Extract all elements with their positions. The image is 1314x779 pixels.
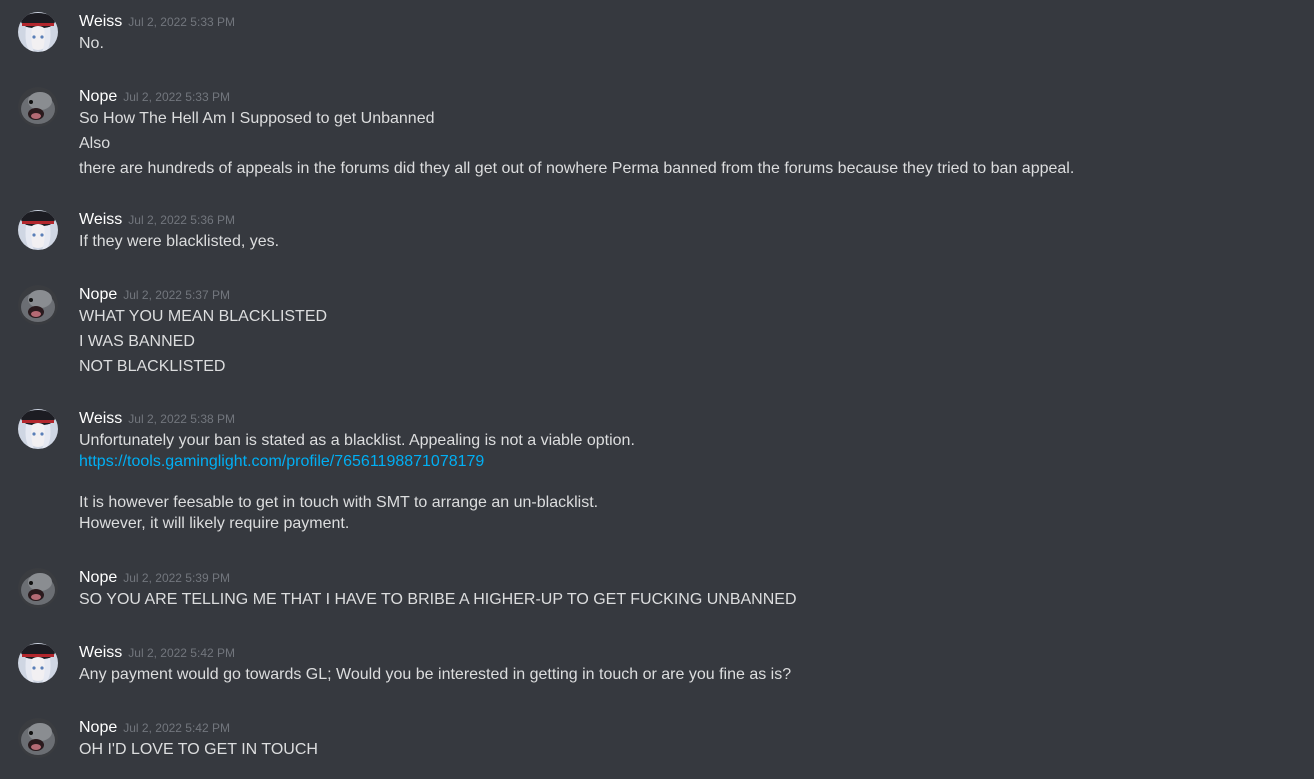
message-text: OH I'D LOVE TO GET IN TOUCH (79, 741, 318, 758)
message-text: It is however feesable to get in touch w… (79, 494, 599, 511)
author-name[interactable]: Nope (79, 88, 117, 105)
timestamp[interactable]: Jul 2, 2022 5:39 PM (123, 571, 230, 585)
message-text: No. (79, 35, 104, 52)
message-text: However, it will likely require payment. (79, 515, 350, 532)
message-text: Unfortunately your ban is stated as a bl… (79, 432, 635, 449)
nope-avatar[interactable] (18, 87, 58, 127)
author-name[interactable]: Nope (79, 286, 117, 303)
weiss-avatar[interactable] (18, 643, 58, 683)
author-name[interactable]: Nope (79, 719, 117, 736)
timestamp[interactable]: Jul 2, 2022 5:37 PM (123, 288, 230, 302)
author-name[interactable]: Weiss (79, 211, 122, 228)
author-name[interactable]: Nope (79, 569, 117, 586)
message-text: SO YOU ARE TELLING ME THAT I HAVE TO BRI… (79, 591, 797, 608)
nope-avatar[interactable] (18, 568, 58, 608)
author-name[interactable]: Weiss (79, 13, 122, 30)
message-text: WHAT YOU MEAN BLACKLISTED (79, 308, 328, 325)
author-name[interactable]: Weiss (79, 644, 122, 661)
message-text: there are hundreds of appeals in the for… (79, 159, 1075, 177)
message-text: So How The Hell Am I Supposed to get Unb… (79, 110, 435, 127)
message-text: If they were blacklisted, yes. (79, 233, 280, 250)
profile-link[interactable]: https://tools.gaminglight.com/profile/76… (79, 453, 484, 470)
weiss-avatar[interactable] (18, 12, 58, 52)
message-text: I WAS BANNED (79, 332, 195, 350)
timestamp[interactable]: Jul 2, 2022 5:33 PM (123, 90, 230, 104)
timestamp[interactable]: Jul 2, 2022 5:42 PM (123, 721, 230, 735)
timestamp[interactable]: Jul 2, 2022 5:36 PM (128, 213, 235, 227)
timestamp[interactable]: Jul 2, 2022 5:33 PM (128, 15, 235, 29)
weiss-avatar[interactable] (18, 210, 58, 250)
message-text: Also (79, 134, 111, 152)
timestamp[interactable]: Jul 2, 2022 5:42 PM (128, 646, 235, 660)
nope-avatar[interactable] (18, 718, 58, 758)
author-name[interactable]: Weiss (79, 410, 122, 427)
nope-avatar[interactable] (18, 285, 58, 325)
timestamp[interactable]: Jul 2, 2022 5:38 PM (128, 412, 235, 426)
message-text: Any payment would go towards GL; Would y… (79, 666, 792, 683)
message-text: NOT BLACKLISTED (79, 357, 226, 375)
weiss-avatar[interactable] (18, 409, 58, 449)
